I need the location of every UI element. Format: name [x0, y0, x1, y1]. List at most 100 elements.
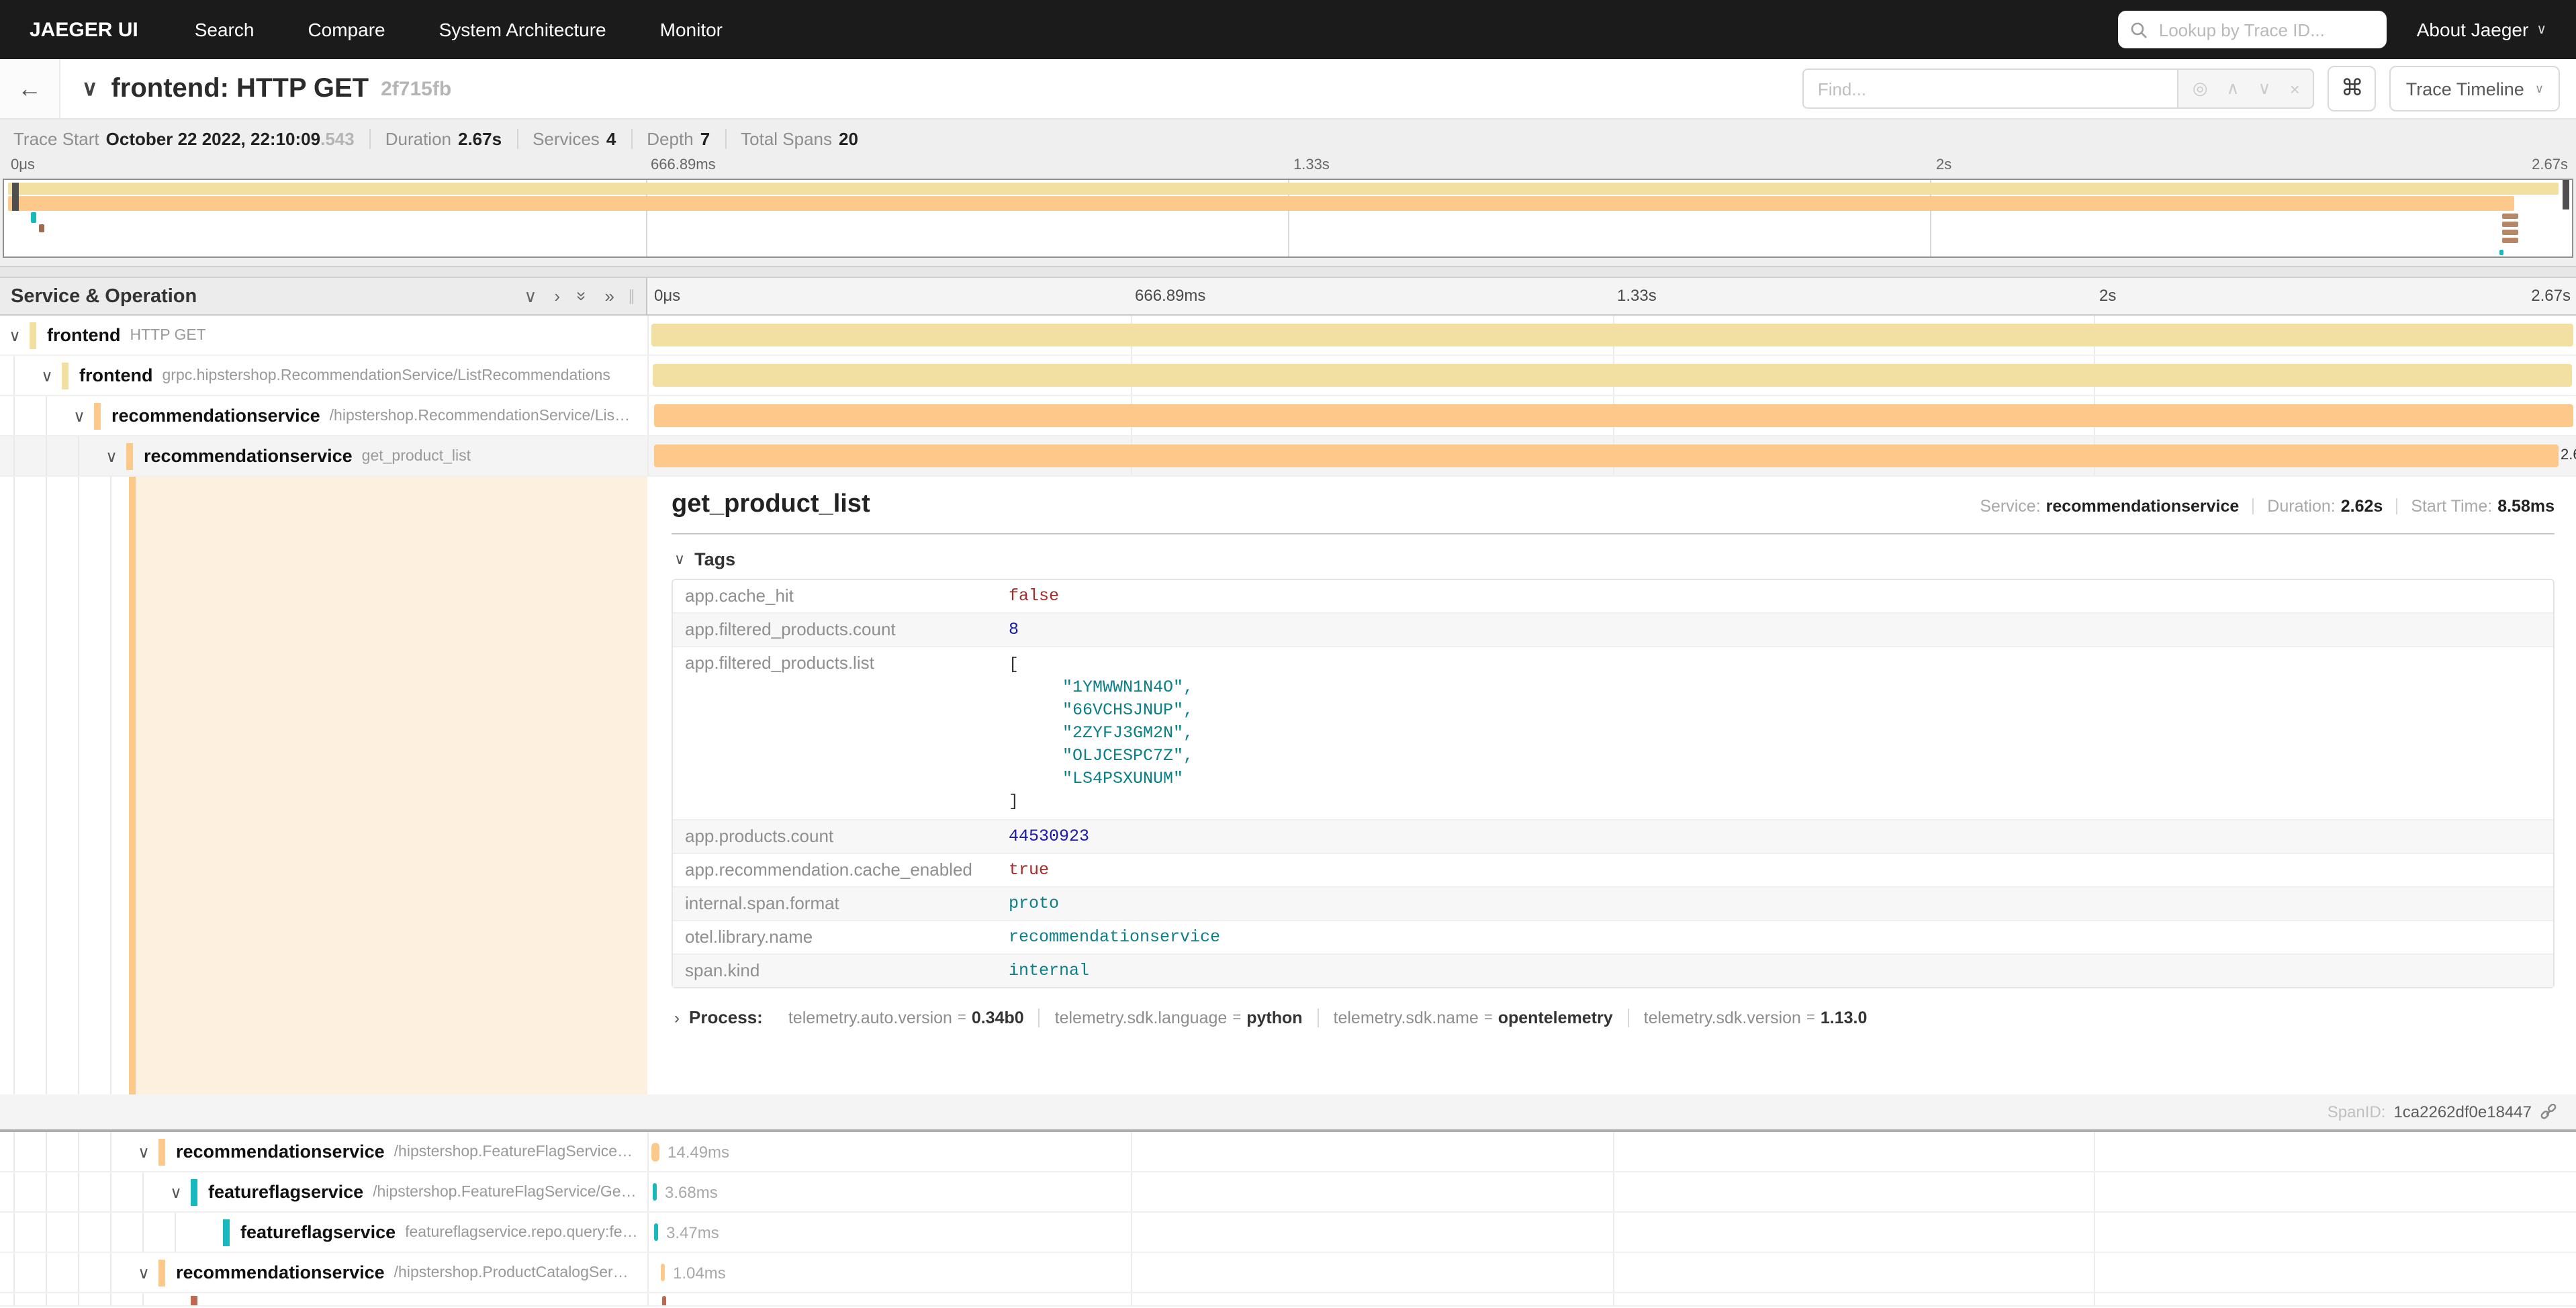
timeline-minimap[interactable]: [3, 179, 2573, 258]
span-row-partial[interactable]: [0, 1293, 2576, 1307]
service-color-accent: [158, 1259, 165, 1286]
nav-item-system-architecture[interactable]: System Architecture: [439, 19, 606, 40]
tags-section-toggle[interactable]: ∨ Tags: [674, 549, 2555, 569]
top-navbar: JAEGER UI Search Compare System Architec…: [0, 0, 2576, 59]
span-bar[interactable]: [653, 364, 2573, 387]
span-tree-cell[interactable]: ∨ frontend grpc.hipstershop.Recommendati…: [0, 356, 647, 395]
span-tree-cell[interactable]: ∨ recommendationservice /hipstershop.Pro…: [0, 1253, 647, 1292]
expand-one-icon[interactable]: ›: [554, 286, 560, 306]
process-section-toggle[interactable]: › Process: telemetry.auto.version = 0.34…: [674, 1007, 2555, 1027]
span-duration-label: 2.62s: [2561, 447, 2576, 463]
collapse-all-icon[interactable]: »: [572, 291, 592, 301]
span-detail-panel: get_product_list Service: recommendation…: [647, 477, 2576, 1129]
span-collapse-icon[interactable]: ∨: [64, 406, 94, 425]
span-row-frontend-httpget[interactable]: ∨ frontend HTTP GET: [0, 316, 2576, 356]
span-row-recsvc-listrecs[interactable]: ∨ recommendationservice /hipstershop.Rec…: [0, 396, 2576, 436]
trace-subheader: Trace Start October 22 2022, 22:10:09 .5…: [0, 120, 2576, 266]
span-tree-cell[interactable]: ∨ frontend HTTP GET: [0, 316, 647, 355]
keyboard-shortcuts-button[interactable]: ⌘: [2328, 66, 2377, 111]
span-row-recsvc-productcatalog[interactable]: ∨ recommendationservice /hipstershop.Pro…: [0, 1253, 2576, 1293]
minimap-span-bar: [2503, 222, 2519, 227]
tag-row: app.filtered_products.list [ "1YMWWN1N4O…: [673, 646, 2553, 819]
trace-collapse-toggle[interactable]: ∨: [82, 75, 97, 102]
detail-left-fill: [136, 477, 647, 1129]
trace-header-bar: ← ∨ frontend: HTTP GET 2f715fb ◎ ∧ ∨ × ⌘…: [0, 59, 2576, 120]
span-row-frontend-listrecs[interactable]: ∨ frontend grpc.hipstershop.Recommendati…: [0, 356, 2576, 396]
trace-id-lookup-input[interactable]: [2156, 18, 2375, 41]
span-tree-cell[interactable]: ∨ featureflagservice /hipstershop.Featur…: [0, 1172, 647, 1211]
span-tree-cell[interactable]: ∨ recommendationservice get_product_list: [0, 436, 647, 475]
process-field: telemetry.sdk.language = python: [1039, 1008, 1318, 1027]
span-row-recsvc-getproductlist[interactable]: ∨ recommendationservice get_product_list…: [0, 436, 2576, 477]
span-duration-label: 14.49ms: [668, 1143, 729, 1162]
divider-band: [0, 266, 2576, 278]
trace-title: frontend: HTTP GET: [111, 73, 369, 104]
span-bar[interactable]: [662, 1296, 666, 1305]
service-color-accent: [62, 362, 68, 389]
span-track: 3.47ms: [647, 1213, 2576, 1252]
span-collapse-icon[interactable]: ∨: [97, 447, 126, 465]
service-operation-header: Service & Operation: [11, 285, 197, 307]
trace-view-selector[interactable]: Trace Timeline ∨: [2390, 66, 2560, 111]
span-tree-cell[interactable]: ∨ recommendationservice /hipstershop.Rec…: [0, 396, 647, 435]
trace-toolbar: ◎ ∧ ∨ × ⌘ Trace Timeline ∨: [1803, 66, 2560, 111]
span-track: 2.62s: [647, 436, 2576, 475]
focus-match-icon[interactable]: ◎: [2193, 78, 2208, 99]
span-bar[interactable]: [651, 324, 2573, 346]
nav-item-monitor[interactable]: Monitor: [660, 19, 723, 40]
span-track: 3.68ms: [647, 1172, 2576, 1211]
nav-item-compare[interactable]: Compare: [308, 19, 385, 40]
minimap-span-bar: [2503, 238, 2519, 243]
span-bar[interactable]: [653, 1183, 657, 1201]
tag-row: otel.library.name recommendationservice: [673, 920, 2553, 953]
span-bar[interactable]: [661, 1264, 665, 1281]
span-bar[interactable]: [655, 445, 2559, 467]
copy-link-icon[interactable]: [2540, 1103, 2557, 1121]
span-collapse-icon[interactable]: ∨: [129, 1263, 158, 1282]
minimap-tick-labels: 0μs 666.89ms 1.33s 2s 2.67s: [3, 157, 2573, 177]
span-collapse-icon[interactable]: ∨: [32, 366, 62, 385]
clear-find-icon[interactable]: ×: [2290, 79, 2300, 99]
next-match-icon[interactable]: ∨: [2258, 78, 2271, 99]
span-collapse-icon[interactable]: ∨: [0, 326, 30, 344]
process-field: telemetry.sdk.version = 1.13.0: [1628, 1008, 1882, 1027]
span-bar[interactable]: [654, 1223, 658, 1241]
tag-row: internal.span.format proto: [673, 886, 2553, 920]
column-resize-grip[interactable]: ∥: [628, 287, 635, 305]
about-jaeger-menu[interactable]: About Jaeger ∨: [2417, 19, 2546, 40]
span-id-strip: SpanID: 1ca2262df0e18447: [0, 1094, 2576, 1129]
trace-stats: Trace Start October 22 2022, 22:10:09 .5…: [0, 126, 2576, 157]
span-tree-cell[interactable]: ∨ recommendationservice /hipstershop.Fea…: [0, 1132, 647, 1171]
prev-match-icon[interactable]: ∧: [2227, 78, 2240, 99]
jaeger-logo[interactable]: JAEGER UI: [30, 18, 138, 41]
span-row-recsvc-featureflag[interactable]: ∨ recommendationservice /hipstershop.Fea…: [0, 1132, 2576, 1172]
minimap-drag-handle-left[interactable]: [12, 183, 19, 211]
span-bar[interactable]: [653, 404, 2573, 427]
stat-services: Services 4: [516, 129, 616, 149]
span-collapse-icon[interactable]: ∨: [161, 1182, 191, 1201]
back-button[interactable]: ←: [0, 59, 60, 118]
collapse-one-icon[interactable]: ∨: [524, 285, 537, 307]
span-rows-top: ∨ frontend HTTP GET ∨ frontend grpc.hips…: [0, 316, 2576, 477]
span-row-ffsvc-getflag[interactable]: ∨ featureflagservice /hipstershop.Featur…: [0, 1172, 2576, 1213]
detail-service-color-stripe: [129, 477, 136, 1129]
span-duration-label: 3.47ms: [666, 1223, 719, 1242]
stat-trace-start: Trace Start October 22 2022, 22:10:09 .5…: [13, 129, 355, 149]
minimap-span-bar: [2500, 250, 2504, 255]
span-row-ffsvc-repoquery[interactable]: featureflagservice featureflagservice.re…: [0, 1213, 2576, 1253]
nav-right: About Jaeger ∨: [2119, 11, 2546, 48]
span-bar[interactable]: [651, 1143, 659, 1162]
find-input[interactable]: [1803, 68, 2179, 109]
chevron-down-icon: ∨: [674, 551, 685, 568]
span-tree-cell[interactable]: featureflagservice featureflagservice.re…: [0, 1213, 647, 1252]
trace-id-lookup[interactable]: [2119, 11, 2387, 48]
span-duration-label: 3.68ms: [665, 1183, 718, 1202]
minimap-drag-handle-right[interactable]: [2563, 180, 2569, 209]
expand-all-icon[interactable]: »: [605, 286, 614, 306]
chevron-down-icon: ∨: [2536, 22, 2546, 37]
stat-total-spans: Total Spans 20: [725, 129, 858, 149]
nav-item-search[interactable]: Search: [195, 19, 255, 40]
minimap-span-bar: [2503, 214, 2519, 219]
tag-row: app.cache_hit false: [673, 580, 2553, 612]
span-collapse-icon[interactable]: ∨: [129, 1142, 158, 1161]
